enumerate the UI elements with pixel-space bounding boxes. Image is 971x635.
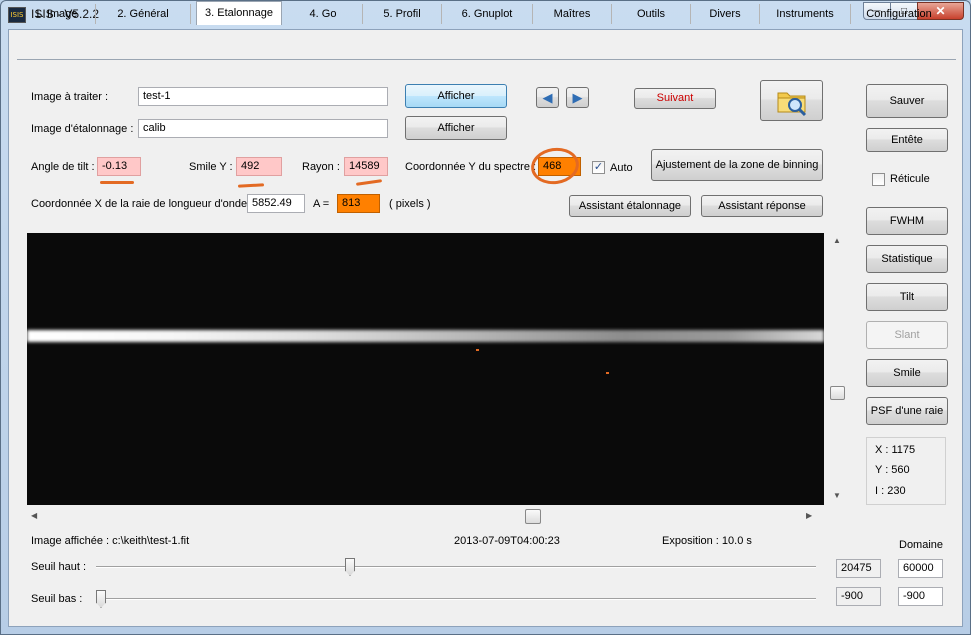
statistics-button[interactable]: Statistique: [866, 245, 948, 273]
slant-button[interactable]: Slant: [866, 321, 948, 349]
vertical-scroll-thumb[interactable]: [830, 386, 845, 400]
cursor-y: Y : 560: [875, 464, 910, 476]
tilt-button[interactable]: Tilt: [866, 283, 948, 311]
show-image-button[interactable]: Afficher: [405, 84, 507, 108]
show-calib-button[interactable]: Afficher: [405, 116, 507, 140]
tab-divider: [17, 59, 956, 60]
horizontal-scroll-thumb[interactable]: [525, 509, 541, 524]
a-label: A =: [313, 198, 330, 210]
exposure-text: Exposition : 10.0 s: [662, 535, 752, 547]
smile-field[interactable]: 492: [236, 157, 282, 176]
smile-label: Smile Y :: [189, 161, 233, 173]
scroll-up-icon[interactable]: ▲: [833, 236, 841, 245]
annotation-underline: [100, 181, 134, 184]
save-button[interactable]: Sauver: [866, 84, 948, 118]
next-arrow-button[interactable]: ▶: [566, 87, 589, 108]
low-threshold-track: [96, 598, 816, 600]
image-label: Image à traiter :: [31, 91, 109, 103]
calib-field[interactable]: calib: [138, 119, 388, 138]
tab-maitres[interactable]: Maîtres: [533, 4, 612, 24]
assistant-response-button[interactable]: Assistant réponse: [701, 195, 823, 217]
reticle-checkbox[interactable]: [872, 173, 885, 186]
high-domain-field[interactable]: 60000: [898, 559, 943, 578]
folder-search-icon: [777, 92, 806, 117]
pixels-label: ( pixels ): [389, 198, 431, 210]
radius-label: Rayon :: [302, 161, 340, 173]
scroll-right-icon[interactable]: ▶: [806, 511, 812, 520]
hot-pixel-marker: [606, 372, 609, 374]
auto-checkbox[interactable]: ✓: [592, 161, 605, 174]
tab-outils[interactable]: Outils: [612, 4, 691, 24]
cursor-info-panel: X : 1175 Y : 560 I : 230: [866, 437, 946, 505]
tab-profil[interactable]: 5. Profil: [363, 4, 442, 24]
binning-button[interactable]: Ajustement de la zone de binning: [651, 149, 823, 181]
hot-pixel-marker: [476, 349, 479, 351]
tab-etalonnage[interactable]: 3. Etalonnage: [196, 1, 282, 25]
scroll-left-icon[interactable]: ◀: [31, 511, 37, 520]
high-threshold-value: 20475: [836, 559, 881, 578]
image-shown-text: Image affichée : c:\keith\test-1.fit: [31, 535, 190, 547]
low-threshold-value: -900: [836, 587, 881, 606]
high-threshold-track: [96, 566, 816, 568]
spectrum-image[interactable]: [27, 233, 824, 505]
tilt-field[interactable]: -0.13: [97, 157, 141, 176]
tab-configuration[interactable]: Configuration: [851, 4, 947, 24]
prev-button[interactable]: ◀: [536, 87, 559, 108]
tab-gnuplot[interactable]: 6. Gnuplot: [442, 4, 533, 24]
assistant-calib-button[interactable]: Assistant étalonnage: [569, 195, 691, 217]
coordy-label: Coordonnée Y du spectre :: [405, 161, 537, 173]
coordx-field[interactable]: 5852.49: [247, 194, 305, 213]
date-text: 2013-07-09T04:00:23: [454, 535, 560, 547]
next-button[interactable]: Suivant: [634, 88, 716, 109]
calib-label: Image d'étalonnage :: [31, 123, 134, 135]
tab-divers[interactable]: Divers: [691, 4, 760, 24]
cursor-intensity: I : 230: [875, 485, 906, 497]
tab-image[interactable]: 1. Image: [17, 4, 96, 24]
fwhm-button[interactable]: FWHM: [866, 207, 948, 235]
tab-general[interactable]: 2. Général: [96, 4, 191, 24]
tilt-label: Angle de tilt :: [31, 161, 95, 173]
radius-field[interactable]: 14589: [344, 157, 388, 176]
tab-instruments[interactable]: Instruments: [760, 4, 851, 24]
header-button[interactable]: Entête: [866, 128, 948, 152]
spectrum-line: [27, 330, 824, 342]
auto-label: Auto: [610, 162, 633, 174]
a-field[interactable]: 813: [337, 194, 380, 213]
low-threshold-label: Seuil bas :: [31, 593, 83, 605]
tab-go[interactable]: 4. Go: [284, 4, 363, 24]
arrow-right-icon: ▶: [572, 90, 583, 105]
scroll-down-icon[interactable]: ▼: [833, 491, 841, 500]
high-threshold-label: Seuil haut :: [31, 561, 87, 573]
horizontal-scrollbar[interactable]: ◀ ▶: [27, 508, 824, 525]
vertical-scrollbar[interactable]: ▲ ▼: [829, 233, 846, 505]
psf-button[interactable]: PSF d'une raie: [866, 397, 948, 425]
coordx-label: Coordonnée X de la raie de longueur d'on…: [31, 198, 248, 210]
smile-button[interactable]: Smile: [866, 359, 948, 387]
open-folder-button[interactable]: [760, 80, 823, 121]
reticle-label: Réticule: [890, 173, 930, 185]
image-field[interactable]: test-1: [138, 87, 388, 106]
cursor-x: X : 1175: [875, 444, 916, 456]
low-domain-field[interactable]: -900: [898, 587, 943, 606]
arrow-left-icon: ◀: [542, 90, 553, 105]
domain-label: Domaine: [899, 539, 944, 551]
